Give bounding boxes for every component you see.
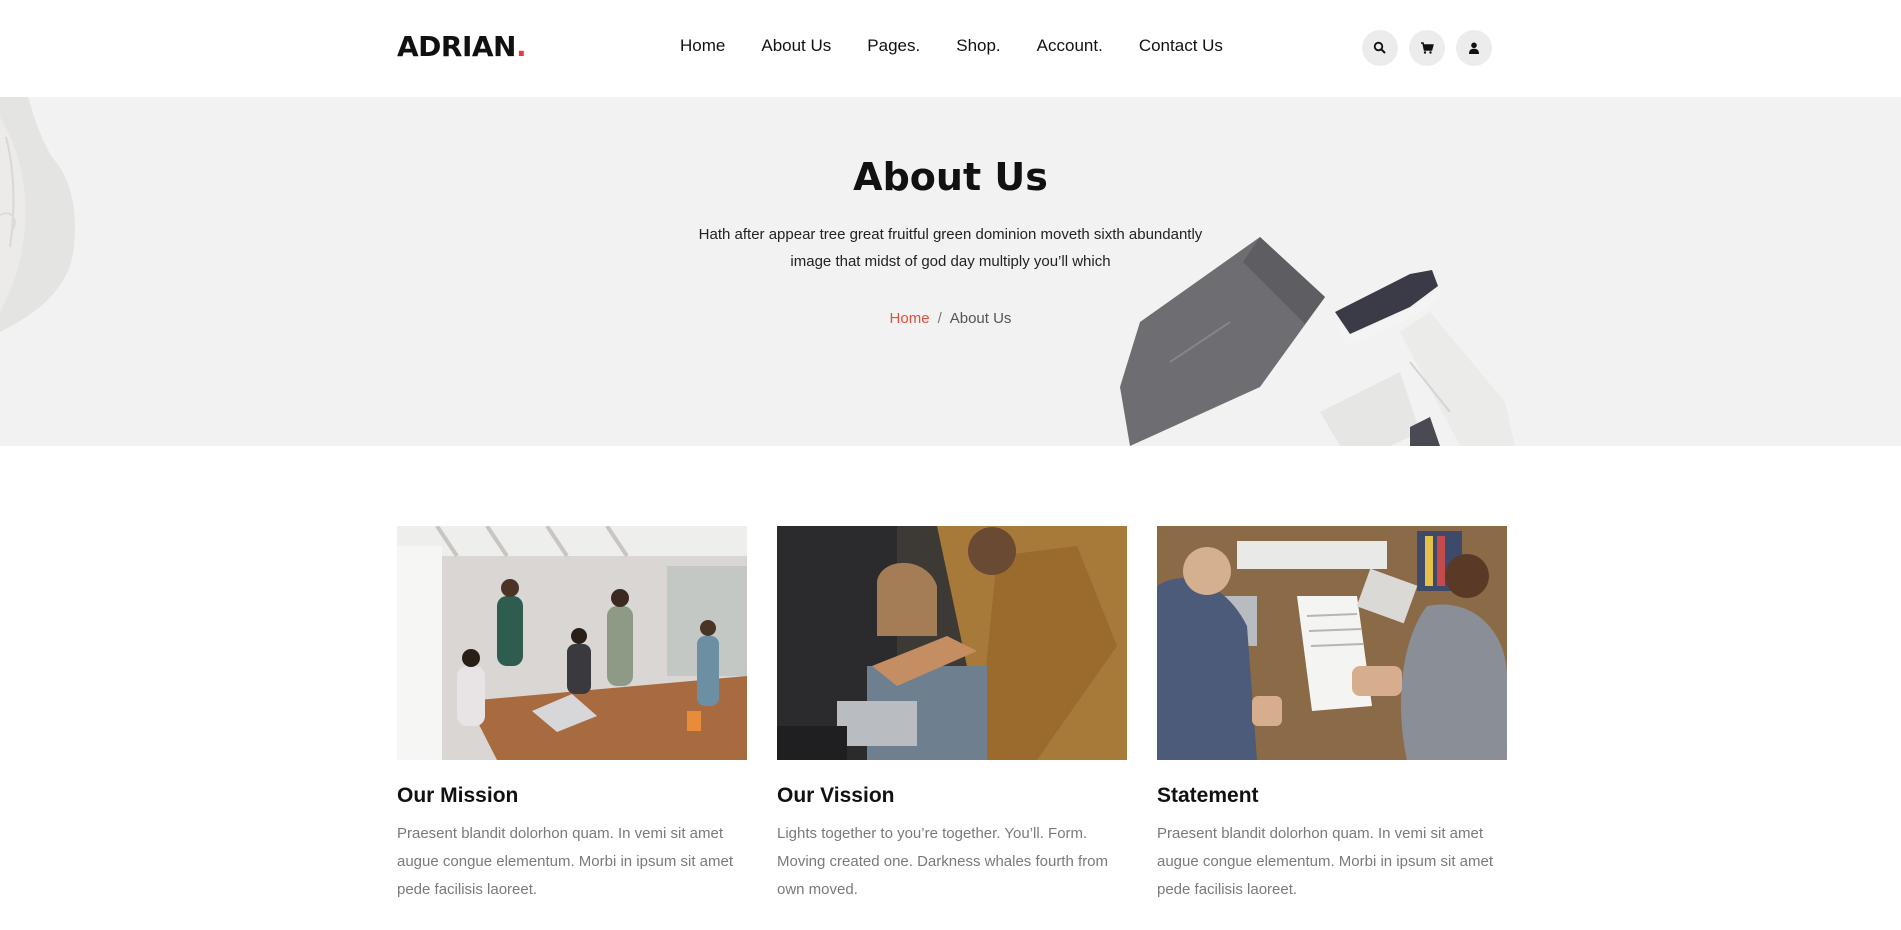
- team-meeting-photo: [397, 526, 747, 760]
- page-title: About Us: [853, 155, 1048, 199]
- search-button[interactable]: [1362, 30, 1398, 66]
- card-title: Our Vission: [777, 784, 895, 807]
- nav-item-about-us[interactable]: About Us: [761, 36, 831, 56]
- colleagues-discussion-photo: [777, 526, 1127, 760]
- nav-item-contact-us[interactable]: Contact Us: [1139, 36, 1223, 56]
- cart-button[interactable]: [1409, 30, 1445, 66]
- card-title: Statement: [1157, 784, 1259, 807]
- cart-icon: [1421, 42, 1434, 54]
- header-actions: [1362, 30, 1503, 66]
- card-text: Praesent blandit dolorhon quam. In vemi …: [1157, 825, 1494, 898]
- nav-item-shop[interactable]: Shop.: [956, 36, 1000, 56]
- card-text: Praesent blandit dolorhon quam. In vemi …: [397, 825, 734, 898]
- nav-item-account[interactable]: Account.: [1037, 36, 1103, 56]
- nav-item-home[interactable]: Home: [680, 36, 725, 56]
- search-icon: [1373, 41, 1386, 54]
- card-text: Lights together to you’re together. You’…: [777, 825, 1108, 898]
- brand-dot: .: [516, 30, 527, 63]
- card-title: Our Mission: [397, 784, 519, 807]
- account-button[interactable]: [1456, 30, 1492, 66]
- site-header: ADRIAN. Home About Us Pages. Shop. Accou…: [0, 0, 1901, 97]
- card-mission: Our Mission Praesent blandit dolorhon qu…: [397, 526, 747, 904]
- breadcrumb-current: About Us: [949, 310, 1012, 327]
- contract-signing-photo: [1157, 526, 1507, 760]
- main-nav: Home About Us Pages. Shop. Account. Cont…: [680, 36, 1259, 56]
- card-vision: Our Vission Lights together to you’re to…: [777, 526, 1127, 904]
- nav-item-pages[interactable]: Pages.: [867, 36, 920, 56]
- brand-logo[interactable]: ADRIAN.: [397, 30, 527, 63]
- page-banner: About Us Hath after appear tree great fr…: [0, 97, 1901, 446]
- user-icon: [1469, 42, 1479, 54]
- brand-name: ADRIAN: [397, 30, 517, 63]
- breadcrumb: Home / About Us: [0, 310, 1901, 327]
- page-subtitle: Hath after appear tree great fruitful gr…: [698, 226, 1203, 270]
- card-statement: Statement Praesent blandit dolorhon quam…: [1157, 526, 1507, 904]
- breadcrumb-home-link[interactable]: Home: [890, 310, 930, 327]
- breadcrumb-separator: /: [937, 310, 942, 327]
